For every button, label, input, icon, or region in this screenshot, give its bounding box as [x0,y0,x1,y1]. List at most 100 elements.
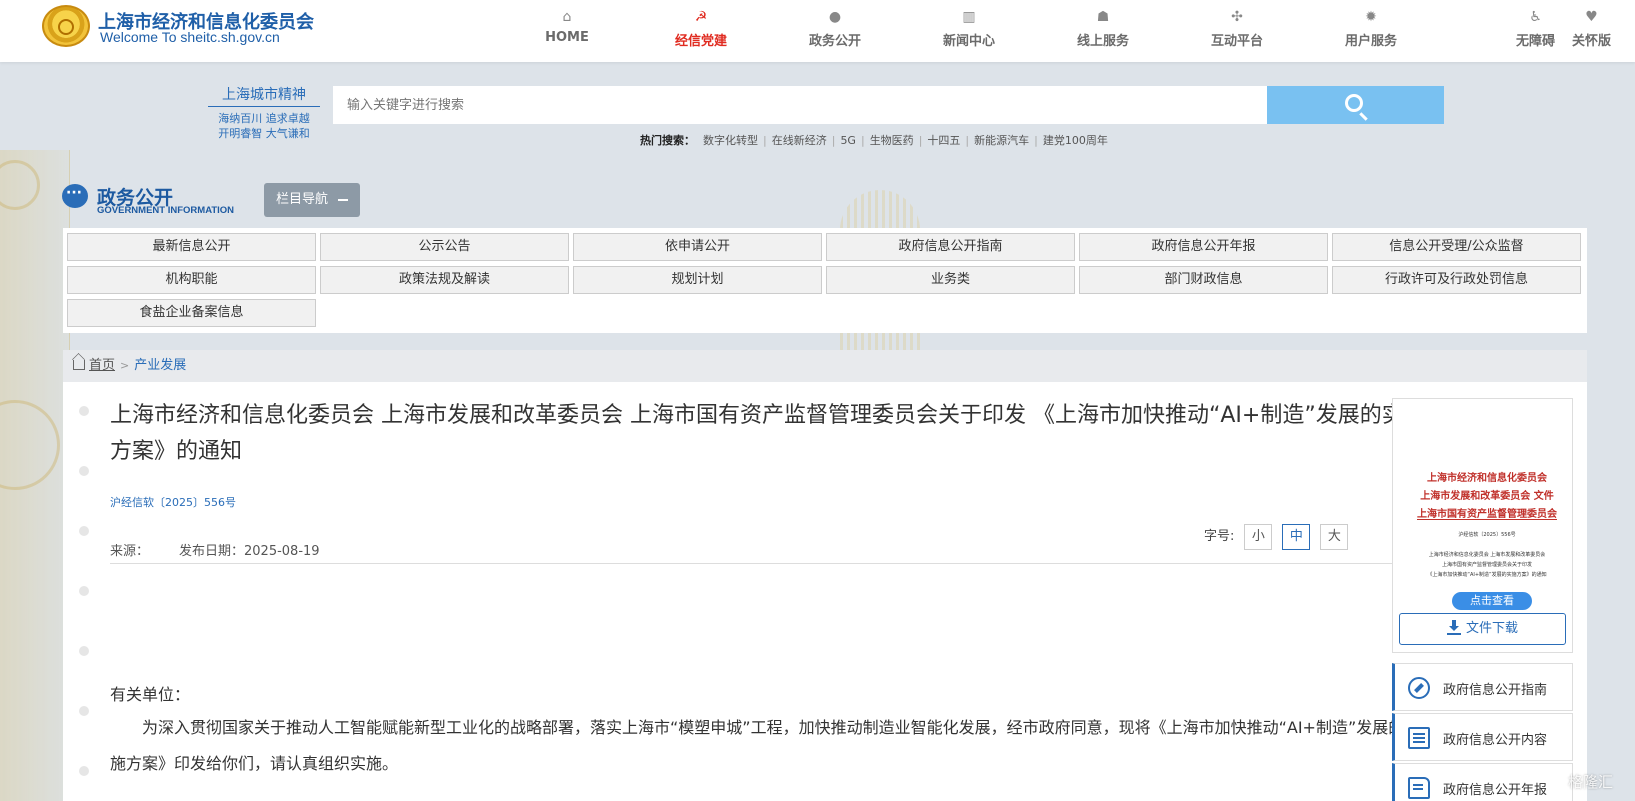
hot-search-item[interactable]: 建党100周年 [1043,134,1108,147]
sidebar-link-disclosure-content[interactable]: 政府信息公开内容 [1392,713,1573,761]
download-icon [1446,620,1461,635]
category-button[interactable]: 最新信息公开 [67,233,316,261]
decorative-dot [79,646,89,656]
breadcrumb-current-link[interactable]: 产业发展 [134,358,186,373]
article-meta: 来源： 发布日期：2025-08-19 [110,540,320,559]
category-button[interactable]: 公示公告 [320,233,569,261]
document-number: 沪经信软〔2025〕556号 [110,496,236,509]
user-service-icon: ✹ [1365,9,1377,25]
column-nav-toggle-button[interactable]: 栏目导航 [264,183,360,217]
sidebar-link-label: 政府信息公开年报 [1443,783,1548,798]
accessibility-label: 无障碍 [1516,34,1556,49]
nav-party-building[interactable]: ☭ 经信党建 [634,6,768,49]
thumbnail-doc-number: 沪经信软〔2025〕556号 [1458,532,1516,538]
search-input[interactable] [333,86,1267,124]
category-button[interactable]: 信息公开受理/公众监督 [1332,233,1581,261]
search-button[interactable] [1267,86,1444,124]
home-icon: ⌂ [562,9,572,25]
hot-search-item[interactable]: 新能源汽车 [974,134,1029,147]
accessibility-link[interactable]: ♿ 无障碍 [1516,6,1555,49]
font-size-small-button[interactable]: 小 [1244,524,1273,550]
decorative-dot [79,706,89,716]
site-name-en[interactable]: Welcome To sheitc.sh.gov.cn [100,29,280,45]
background-tower-decoration [0,150,70,801]
divider: | [965,134,970,147]
collapse-icon [338,199,348,201]
report-icon [1408,777,1430,799]
article-body: 为深入贯彻国家关于推动人工智能赋能新型工业化的战略部署，落实上海市“模塑申城”工… [110,718,1421,773]
nav-label: 用户服务 [1344,34,1397,49]
watermark: 格隆汇 [1549,771,1613,792]
heart-icon: ♥ [1585,9,1598,25]
government-emblem-logo[interactable] [42,5,90,47]
care-mode-link[interactable]: ♥ 关怀版 [1572,6,1611,49]
decorative-dot [79,526,89,536]
nav-interaction-platform[interactable]: ✣ 互动平台 [1170,6,1304,49]
hot-search-item[interactable]: 5G [840,134,856,147]
view-document-button[interactable]: 点击查看 [1452,592,1532,610]
thumbnail-red-header: 上海市经济和信息化委员会 [1427,473,1547,484]
font-size-large-button[interactable]: 大 [1320,524,1349,550]
sidebar-link-annual-report[interactable]: 政府信息公开年报 [1392,763,1573,801]
font-size-medium-button[interactable]: 中 [1282,524,1311,550]
nav-user-service[interactable]: ✹ 用户服务 [1304,6,1438,49]
category-button[interactable]: 行政许可及行政处罚信息 [1332,266,1581,294]
party-icon: ☭ [694,9,708,25]
decorative-dot [79,586,89,596]
nav-news-center[interactable]: ▥ 新闻中心 [902,6,1036,49]
nav-label: HOME [545,30,589,45]
document-thumbnail[interactable]: 上海市经济和信息化委员会 上海市发展和改革委员会 文件 上海市国有资产监督管理委… [1405,407,1561,610]
nav-label: 政务公开 [808,34,861,49]
nav-online-service[interactable]: ☗ 线上服务 [1036,6,1170,49]
category-button[interactable]: 食盐企业备案信息 [67,299,316,327]
interaction-icon: ✣ [1231,9,1243,25]
decorative-dot [79,766,89,776]
nav-home[interactable]: ⌂ HOME [500,6,634,45]
category-button[interactable]: 政府信息公开年报 [1079,233,1328,261]
sidebar-link-label: 政府信息公开指南 [1443,683,1548,698]
nav-government-affairs[interactable]: ● 政务公开 [768,6,902,49]
article-container: 首页 > 产业发展 上海市经济和信息化委员会 上海市发展和改革委员会 上海市国有资产… [63,350,1587,801]
category-button[interactable]: 部门财政信息 [1079,266,1328,294]
download-label: 文件下载 [1465,621,1518,636]
category-button[interactable]: 规划计划 [573,266,822,294]
thumbnail-text: 上海市经济和信息化委员会 上海市发展和改革委员会 [1428,552,1546,558]
document-thumbnail-card: 上海市经济和信息化委员会 上海市发展和改革委员会 文件 上海市国有资产监督管理委… [1392,398,1573,653]
service-icon: ☗ [1096,9,1110,25]
hot-search-item[interactable]: 生物医药 [870,134,914,147]
section-subtitle: GOVERNMENT INFORMATION [97,205,235,216]
file-download-button[interactable]: 文件下载 [1399,613,1566,645]
category-panel: 最新信息公开 公示公告 依申请公开 政府信息公开指南 政府信息公开年报 信息公开… [63,228,1587,333]
publish-date: 发布日期：2025-08-19 [179,544,320,559]
watermark-text: 格隆汇 [1568,773,1614,791]
watermark-logo-icon [1549,773,1565,789]
home-icon [73,360,85,370]
category-button[interactable]: 机构职能 [67,266,316,294]
hot-search-label: 热门搜索： [640,134,695,147]
divider: | [860,134,865,147]
breadcrumb-home-link[interactable]: 首页 [89,358,115,373]
nav-label: 经信党建 [674,34,727,49]
care-label: 关怀版 [1572,34,1612,49]
nav-label: 互动平台 [1210,34,1263,49]
hot-search-item[interactable]: 在线新经济 [772,134,827,147]
city-spirit-slogan: 上海城市精神 海纳百川 追求卓越 开明睿智 大气谦和 [208,84,320,141]
thumbnail-red-header: 上海市国有资产监督管理委员会 [1417,509,1557,520]
category-button[interactable]: 业务类 [826,266,1075,294]
hot-search-bar: 热门搜索： 数字化转型 | 在线新经济 | 5G | 生物医药 | 十四五 | 新能源汽车 | 建党100… [640,132,1108,148]
sidebar-link-disclosure-guide[interactable]: 政府信息公开指南 [1392,663,1573,711]
hot-search-item[interactable]: 数字化转型 [703,134,758,147]
font-size-label: 字号: [1204,529,1235,544]
wheelchair-icon: ♿ [1529,9,1542,25]
thumbnail-text: 上海市国有资产监督管理委员会关于印发 [1441,562,1532,568]
site-header: 上海市经济和信息化委员会 Welcome To sheitc.sh.gov.cn… [0,0,1635,62]
hot-search-item[interactable]: 十四五 [927,134,960,147]
category-button[interactable]: 依申请公开 [573,233,822,261]
search-icon [1345,94,1363,112]
divider: | [763,134,767,147]
decorative-dot [79,466,89,476]
category-button[interactable]: 政策法规及解读 [320,266,569,294]
spirit-line: 海纳百川 追求卓越 [218,112,310,125]
sidebar-link-label: 政府信息公开内容 [1443,733,1548,748]
category-button[interactable]: 政府信息公开指南 [826,233,1075,261]
